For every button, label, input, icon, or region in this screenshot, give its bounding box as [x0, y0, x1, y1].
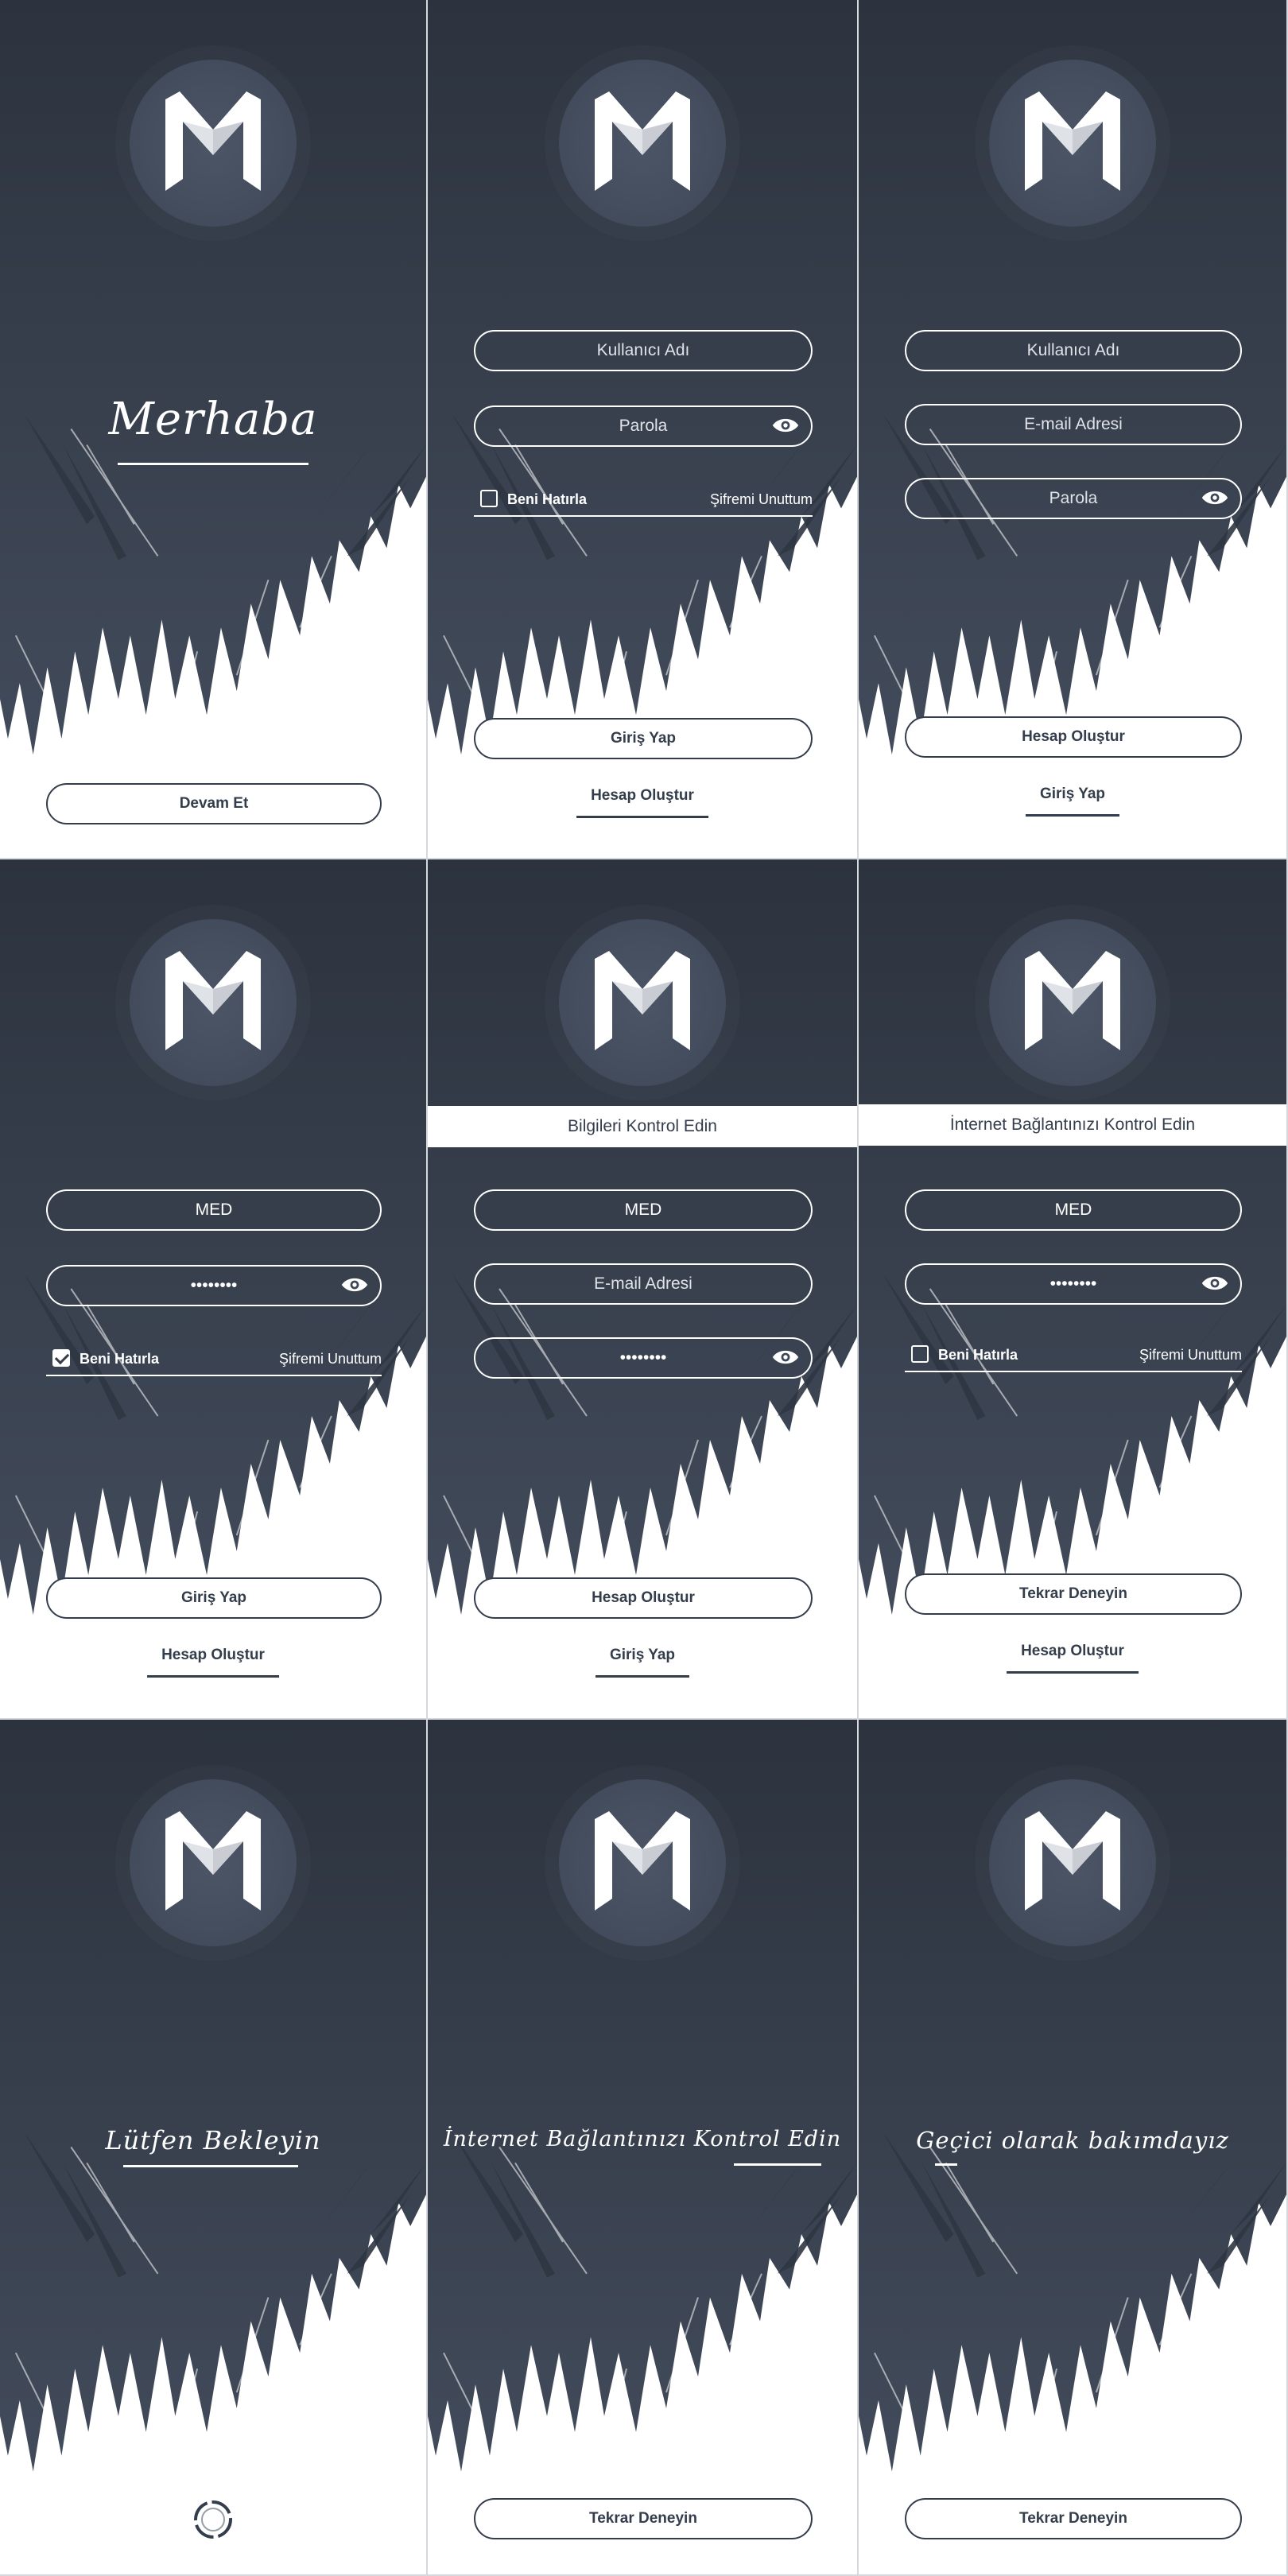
username-field[interactable]: MED: [46, 1189, 382, 1231]
password-field[interactable]: ••••••••: [474, 1337, 813, 1379]
screen-login: Kullanıcı Adı Parola Beni Hatırla Şifrem…: [428, 0, 859, 859]
remember-row: Beni Hatırla Şifremi Unuttum: [905, 1340, 1242, 1372]
login-link[interactable]: Giriş Yap: [1025, 786, 1120, 817]
error-banner: Bilgileri Kontrol Edin: [428, 1106, 857, 1147]
error-banner: İnternet Bağlantınızı Kontrol Edin: [859, 1104, 1286, 1146]
logo: [559, 60, 726, 227]
username-field[interactable]: MED: [474, 1189, 813, 1231]
login-link[interactable]: Giriş Yap: [595, 1647, 690, 1678]
forgot-password-link[interactable]: Şifremi Unuttum: [710, 491, 813, 508]
remember-label[interactable]: Beni Hatırla: [938, 1347, 1018, 1364]
remember-row: Beni Hatırla Şifremi Unuttum: [474, 485, 813, 517]
m-logo-icon: [1025, 951, 1120, 1050]
retry-button[interactable]: Tekrar Deneyin: [905, 2498, 1242, 2539]
m-logo-icon: [595, 91, 690, 191]
login-button[interactable]: Giriş Yap: [46, 1577, 382, 1619]
logo: [130, 1779, 297, 1946]
eye-icon[interactable]: [771, 1347, 800, 1368]
email-field[interactable]: E-mail Adresi: [474, 1263, 813, 1305]
screen-register: Kullanıcı Adı E-mail Adresi Parola Hesap…: [859, 0, 1288, 859]
username-field[interactable]: MED: [905, 1189, 1242, 1231]
password-field[interactable]: Parola: [905, 478, 1242, 519]
remember-checkbox[interactable]: [911, 1345, 929, 1363]
login-button[interactable]: Giriş Yap: [474, 718, 813, 759]
title-underline: [935, 2163, 957, 2166]
screen-register-error: Bilgileri Kontrol Edin MED E-mail Adresi…: [428, 859, 859, 1720]
m-logo-icon: [595, 1811, 690, 1911]
m-logo-icon: [1025, 91, 1120, 191]
remember-checkbox[interactable]: [52, 1349, 70, 1367]
logo: [989, 60, 1156, 227]
screen-welcome: Merhaba Devam Et: [0, 0, 428, 859]
retry-button[interactable]: Tekrar Deneyin: [474, 2498, 813, 2539]
screen-offline: İnternet Bağlantınızı Kontrol Edin Tekra…: [428, 1720, 859, 2576]
password-field[interactable]: Parola: [474, 405, 813, 447]
screen-maintenance: Geçici olarak bakımdayız Tekrar Deneyin: [859, 1720, 1288, 2576]
username-field[interactable]: Kullanıcı Adı: [474, 330, 813, 371]
create-account-link[interactable]: Hesap Oluştur: [147, 1647, 279, 1678]
password-value: ••••••••: [1049, 1274, 1097, 1293]
password-field[interactable]: ••••••••: [46, 1265, 382, 1306]
password-value: ••••••••: [190, 1276, 238, 1294]
create-account-link[interactable]: Hesap Oluştur: [576, 787, 708, 818]
create-account-link[interactable]: Hesap Oluştur: [1007, 1643, 1139, 1674]
logo: [989, 919, 1156, 1086]
forgot-password-link[interactable]: Şifremi Unuttum: [1139, 1347, 1242, 1364]
logo: [559, 919, 726, 1086]
logo: [559, 1779, 726, 1946]
m-logo-icon: [165, 951, 261, 1050]
password-value: ••••••••: [619, 1348, 667, 1367]
screen-connection-error-login: İnternet Bağlantınızı Kontrol Edin MED •…: [859, 859, 1288, 1720]
forgot-password-link[interactable]: Şifremi Unuttum: [279, 1351, 382, 1368]
offline-title: İnternet Bağlantınızı Kontrol Edin: [443, 2127, 842, 2151]
remember-row: Beni Hatırla Şifremi Unuttum: [46, 1344, 382, 1376]
title-underline: [734, 2163, 821, 2166]
create-account-button[interactable]: Hesap Oluştur: [905, 716, 1242, 758]
eye-icon[interactable]: [1201, 1273, 1229, 1294]
continue-button[interactable]: Devam Et: [46, 783, 382, 824]
logo: [130, 919, 297, 1086]
username-field[interactable]: Kullanıcı Adı: [905, 330, 1242, 371]
maintenance-title: Geçici olarak bakımdayız: [916, 2127, 1229, 2154]
m-logo-icon: [165, 91, 261, 191]
email-field[interactable]: E-mail Adresi: [905, 404, 1242, 445]
remember-label[interactable]: Beni Hatırla: [80, 1351, 159, 1368]
loading-spinner-icon: [194, 2500, 232, 2539]
retry-button[interactable]: Tekrar Deneyin: [905, 1573, 1242, 1615]
remember-label[interactable]: Beni Hatırla: [507, 491, 587, 508]
eye-icon[interactable]: [771, 415, 800, 436]
create-account-button[interactable]: Hesap Oluştur: [474, 1577, 813, 1619]
password-placeholder: Parola: [1049, 489, 1098, 507]
m-logo-icon: [165, 1811, 261, 1911]
password-field[interactable]: ••••••••: [905, 1263, 1242, 1305]
eye-icon[interactable]: [340, 1274, 369, 1295]
title-underline: [118, 463, 308, 465]
remember-checkbox[interactable]: [480, 490, 498, 507]
password-placeholder: Parola: [619, 417, 668, 435]
screen-loading: Lütfen Bekleyin: [0, 1720, 428, 2576]
logo: [130, 60, 297, 227]
loading-title: Lütfen Bekleyin: [105, 2125, 321, 2155]
eye-icon[interactable]: [1201, 487, 1229, 508]
screen-login-filled: MED •••••••• Beni Hatırla Şifremi Unuttu…: [0, 859, 428, 1720]
m-logo-icon: [1025, 1811, 1120, 1911]
welcome-title: Merhaba: [108, 394, 318, 445]
m-logo-icon: [595, 951, 690, 1050]
logo: [989, 1779, 1156, 1946]
title-underline: [123, 2165, 298, 2167]
